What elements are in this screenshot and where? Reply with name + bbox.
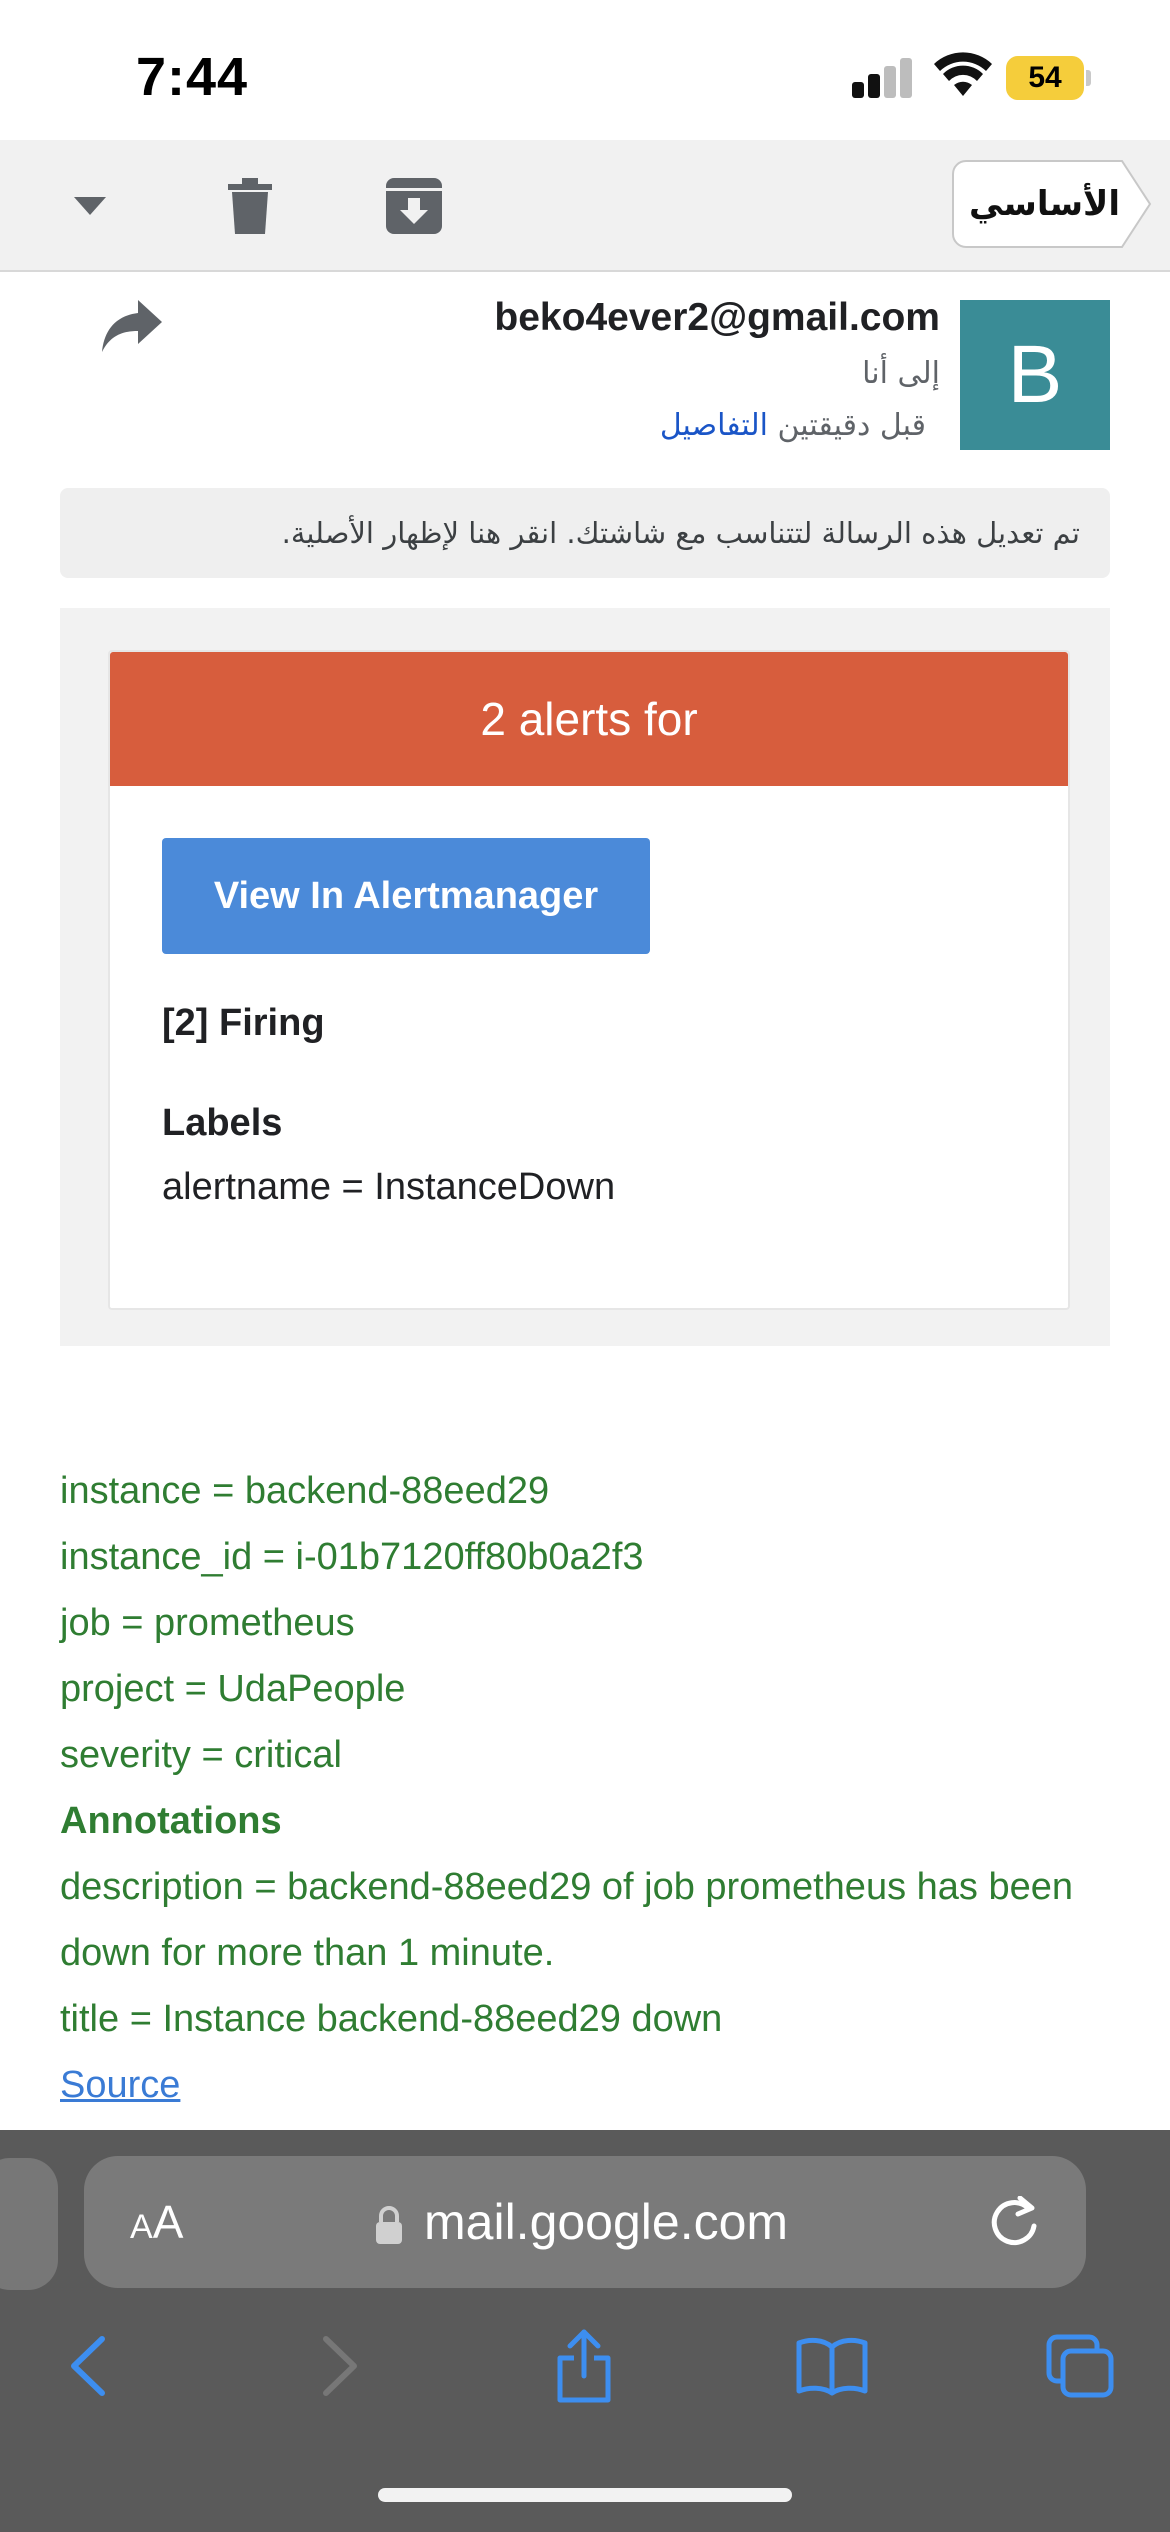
forward-button[interactable] bbox=[300, 2326, 380, 2406]
detail-severity: severity = critical bbox=[60, 1734, 342, 1776]
message-toolbar: الأساسي bbox=[0, 140, 1170, 272]
recipient-line: إلى أنا bbox=[862, 356, 940, 391]
sender-avatar[interactable]: B bbox=[960, 300, 1110, 450]
label-chip-text: الأساسي bbox=[968, 184, 1120, 224]
detail-description: description = backend-88eed29 of job pro… bbox=[60, 1866, 1073, 1974]
reload-icon[interactable] bbox=[988, 2196, 1042, 2250]
message-content: B beko4ever2@gmail.com إلى أنا قبل دقيقت… bbox=[30, 274, 1140, 2130]
reader-text-size-button[interactable]: AA bbox=[130, 2156, 183, 2288]
alert-details: instance = backend-88eed29 instance_id =… bbox=[60, 1458, 1120, 2118]
label-alertname: alertname = InstanceDown bbox=[162, 1166, 616, 1208]
annotations-heading: Annotations bbox=[60, 1800, 282, 1842]
caret-down-icon bbox=[74, 197, 106, 215]
adjusted-message-notice[interactable]: تم تعديل هذه الرسالة لتتناسب مع شاشتك. ا… bbox=[60, 488, 1110, 578]
battery-nub bbox=[1086, 70, 1091, 86]
cellular-signal-icon bbox=[852, 58, 912, 98]
time-ago: قبل دقيقتين bbox=[777, 408, 926, 443]
delete-button[interactable] bbox=[214, 170, 286, 242]
alert-header: 2 alerts for bbox=[110, 652, 1068, 786]
address-bar[interactable]: AA mail.google.com bbox=[84, 2156, 1086, 2288]
share-icon bbox=[557, 2329, 611, 2403]
sender-email[interactable]: beko4ever2@gmail.com bbox=[494, 296, 940, 340]
battery-icon: 54 bbox=[1006, 56, 1091, 100]
source-link[interactable]: Source bbox=[60, 2064, 180, 2106]
browser-bottom-bar: AA mail.google.com bbox=[0, 2130, 1170, 2532]
message-meta: قبل دقيقتين التفاصيل bbox=[660, 408, 940, 443]
trash-icon bbox=[228, 178, 272, 234]
details-link[interactable]: التفاصيل bbox=[660, 408, 768, 443]
status-time: 7:44 bbox=[136, 47, 249, 107]
detail-instance-id: instance_id = i-01b7120ff80b0a2f3 bbox=[60, 1536, 644, 1578]
tabs-button[interactable] bbox=[1040, 2326, 1120, 2406]
labels-heading: Labels bbox=[162, 1102, 283, 1144]
back-button[interactable] bbox=[48, 2326, 128, 2406]
alert-card: 2 alerts for View In Alertmanager [2] Fi… bbox=[108, 650, 1070, 1310]
back-chevron-icon bbox=[71, 2336, 105, 2396]
detail-job: job = prometheus bbox=[60, 1602, 355, 1644]
battery-level: 54 bbox=[1006, 56, 1084, 100]
forward-chevron-icon bbox=[323, 2336, 357, 2396]
share-button[interactable] bbox=[544, 2326, 624, 2406]
archive-button[interactable] bbox=[378, 170, 450, 242]
tabs-icon bbox=[1046, 2334, 1114, 2398]
detail-instance: instance = backend-88eed29 bbox=[60, 1470, 550, 1512]
wifi-icon bbox=[934, 52, 992, 96]
bookmarks-button[interactable] bbox=[792, 2326, 872, 2406]
more-dropdown-button[interactable] bbox=[54, 170, 126, 242]
firing-count: [2] Firing bbox=[162, 1002, 325, 1044]
detail-project: project = UdaPeople bbox=[60, 1668, 406, 1710]
detail-title: title = Instance backend-88eed29 down bbox=[60, 1998, 723, 2040]
book-icon bbox=[796, 2337, 868, 2396]
url-text[interactable]: mail.google.com bbox=[424, 2156, 788, 2288]
label-primary-chip[interactable]: الأساسي bbox=[952, 160, 1152, 248]
status-bar: 7:44 54 bbox=[0, 0, 1170, 140]
previous-tab-peek[interactable] bbox=[0, 2158, 58, 2290]
home-indicator[interactable] bbox=[378, 2488, 792, 2502]
lock-icon bbox=[376, 2206, 402, 2244]
archive-icon bbox=[386, 178, 442, 234]
forward-icon[interactable] bbox=[100, 298, 164, 354]
view-in-alertmanager-button[interactable]: View In Alertmanager bbox=[162, 838, 650, 954]
